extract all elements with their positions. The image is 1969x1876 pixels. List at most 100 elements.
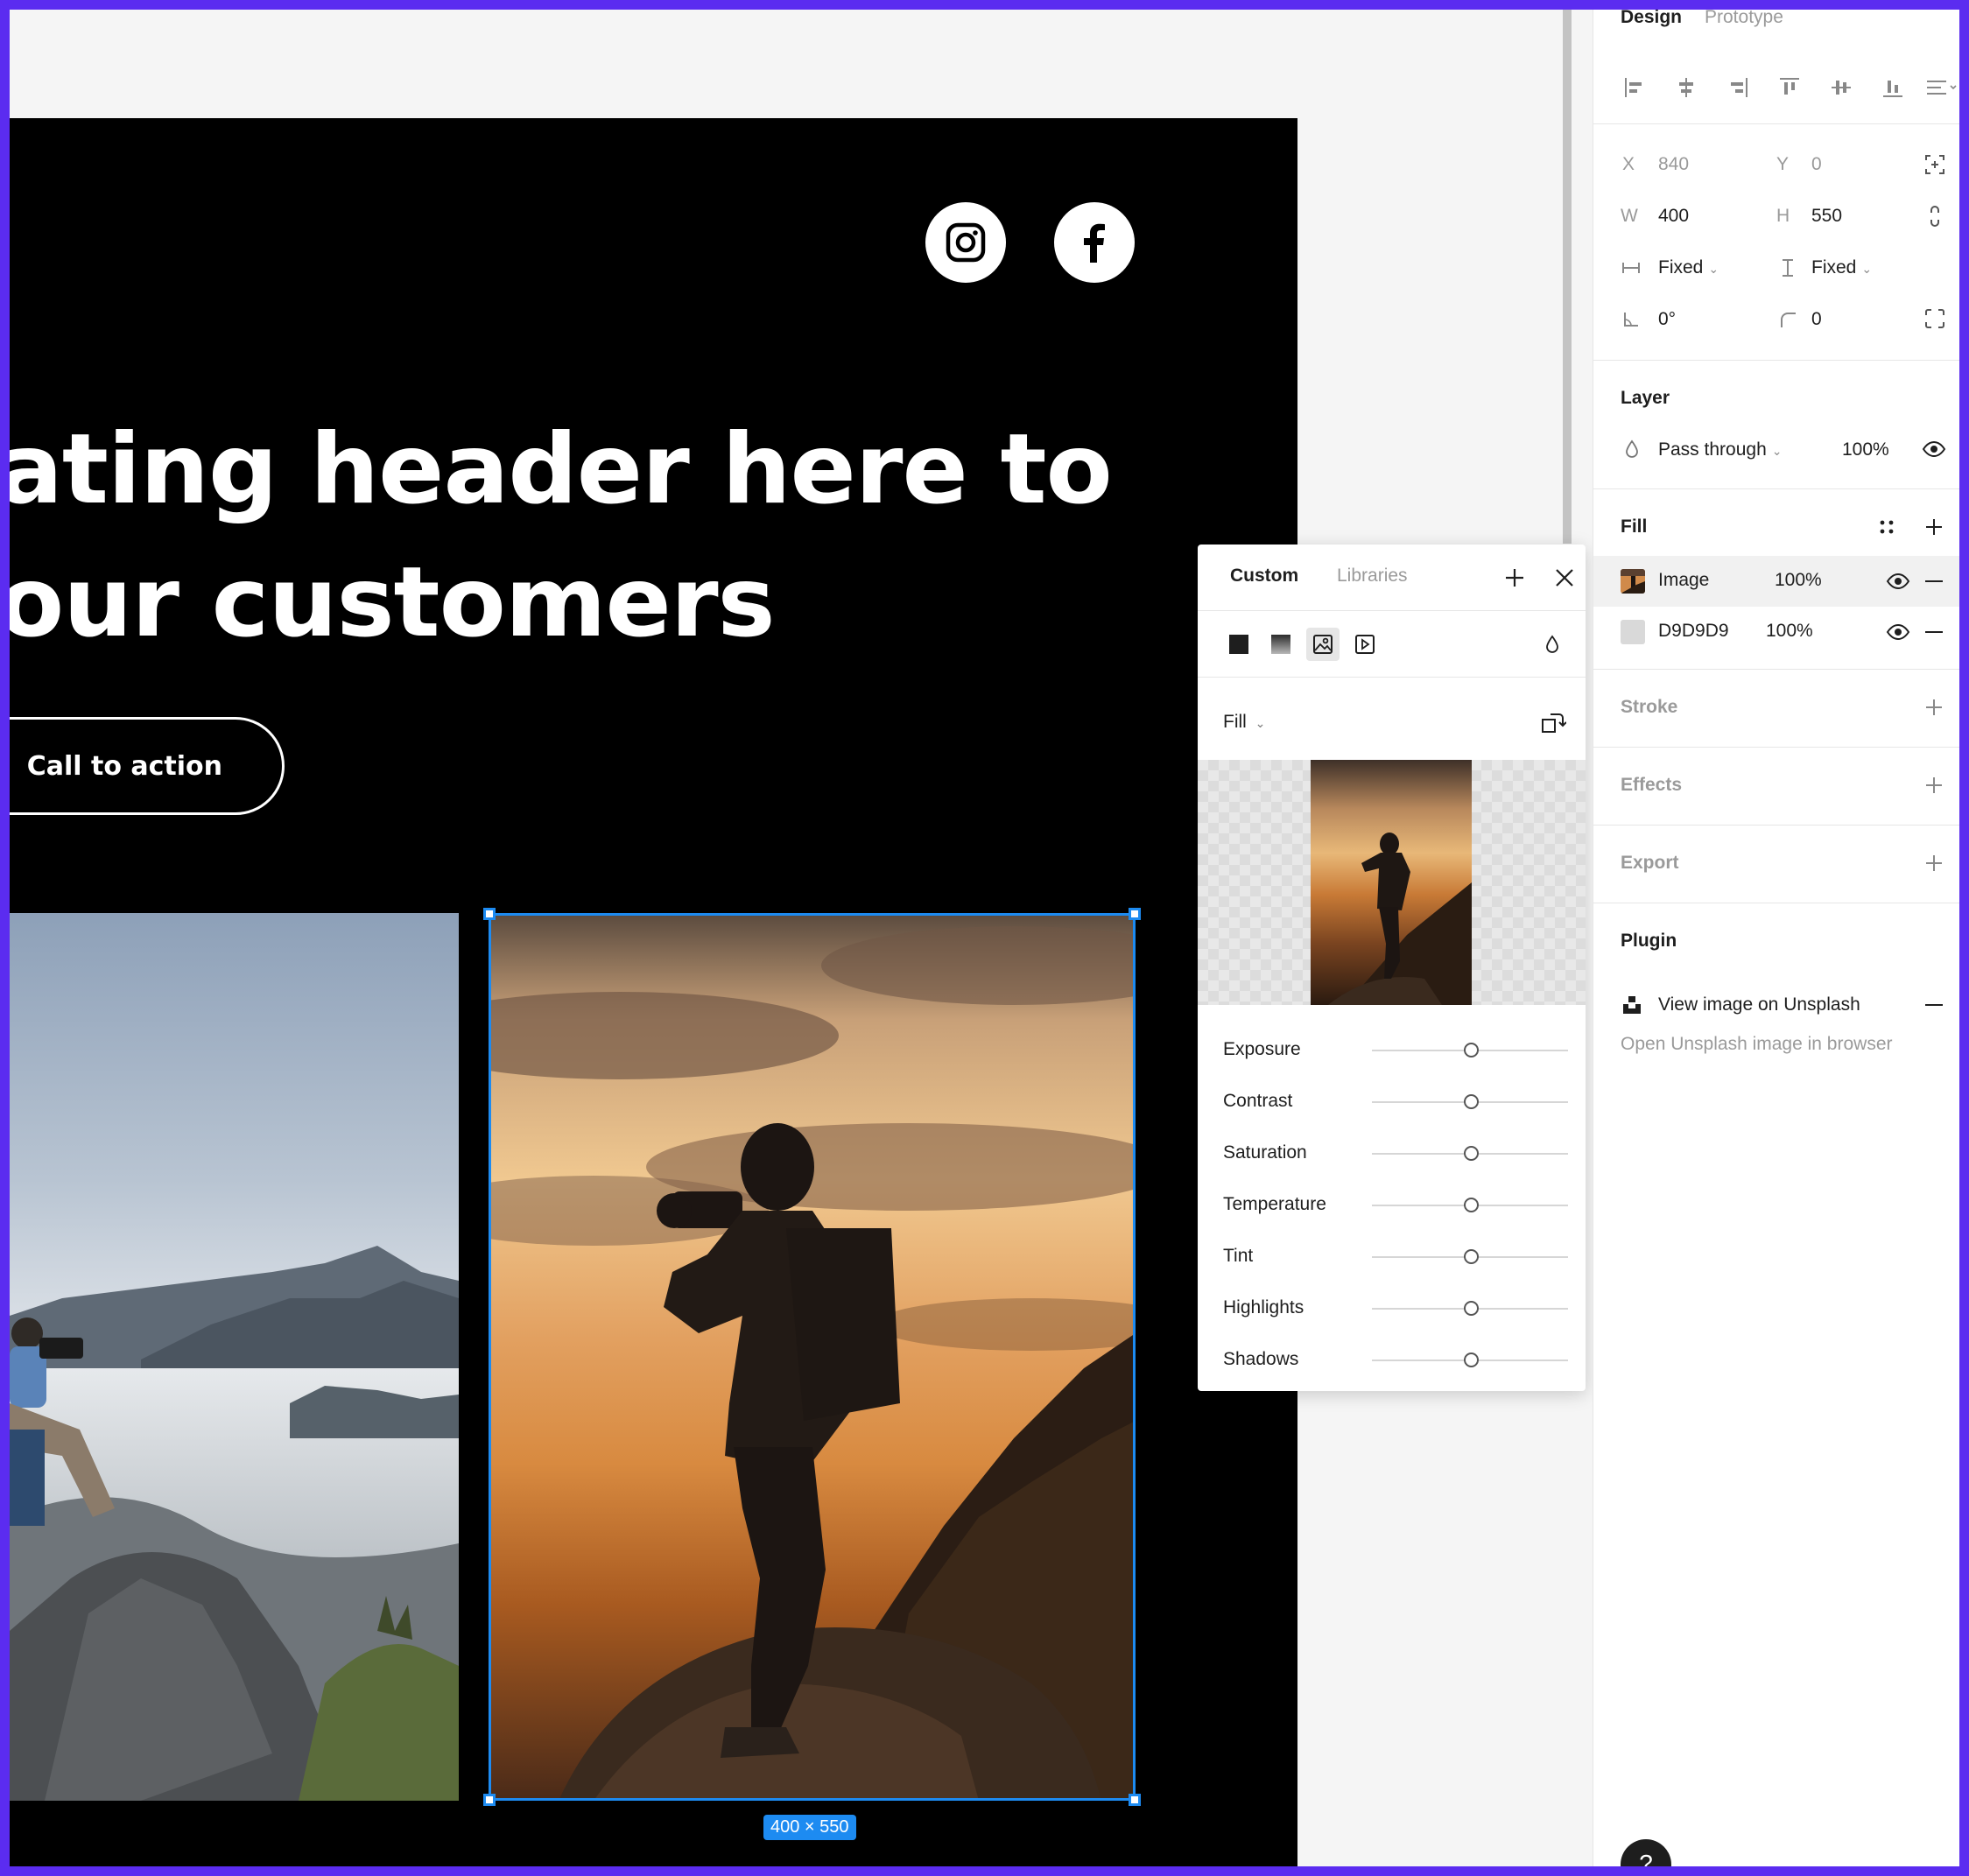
fill-opacity[interactable]: 100% bbox=[1775, 570, 1822, 591]
adjustment-label: Saturation bbox=[1223, 1142, 1307, 1163]
hero-frame[interactable]: ating header here to our customers Call … bbox=[10, 118, 1297, 1866]
add-stroke-icon[interactable] bbox=[1921, 694, 1947, 720]
adjustment-label: Tint bbox=[1223, 1246, 1254, 1266]
chevron-down-icon: ⌄ bbox=[1708, 262, 1719, 276]
eye-icon[interactable] bbox=[1883, 619, 1913, 645]
tab-prototype[interactable]: Prototype bbox=[1705, 10, 1783, 28]
adjustment-label: Shadows bbox=[1223, 1349, 1299, 1369]
slider-knob[interactable] bbox=[1464, 1094, 1479, 1109]
constrain-proportions-icon[interactable] bbox=[1921, 202, 1949, 230]
add-fill-icon[interactable] bbox=[1921, 514, 1947, 540]
align-top-icon[interactable] bbox=[1775, 73, 1804, 102]
close-icon[interactable] bbox=[1551, 564, 1579, 592]
adjustment-label: Exposure bbox=[1223, 1039, 1301, 1059]
frame-properties: X 840 Y 0 W 400 H 550 Fixed ⌄ Fixed ⌄ 0°… bbox=[1593, 123, 1959, 360]
color-fill-swatch[interactable] bbox=[1621, 620, 1645, 644]
view-on-unsplash-link[interactable]: View image on Unsplash bbox=[1658, 994, 1860, 1015]
image-fill-icon[interactable] bbox=[1306, 628, 1340, 661]
photo-photographers-mountain[interactable] bbox=[10, 913, 459, 1801]
layer-opacity-input[interactable]: 100% bbox=[1842, 439, 1889, 460]
fill-opacity[interactable]: 100% bbox=[1766, 621, 1813, 642]
add-effect-icon[interactable] bbox=[1921, 772, 1947, 798]
photo-sunset-photographer[interactable] bbox=[489, 913, 1136, 1801]
slider-knob[interactable] bbox=[1464, 1146, 1479, 1161]
effects-title: Effects bbox=[1621, 775, 1683, 795]
adjustment-label: Contrast bbox=[1223, 1091, 1293, 1111]
plugin-title: Plugin bbox=[1621, 931, 1677, 951]
slider-knob[interactable] bbox=[1464, 1249, 1479, 1264]
image-preview[interactable] bbox=[1198, 760, 1586, 1005]
blend-mode-icon bbox=[1621, 438, 1643, 460]
rotation-icon bbox=[1619, 307, 1643, 332]
image-thumbnail bbox=[1311, 760, 1472, 1005]
fill-row-color[interactable]: D9D9D9 100% bbox=[1593, 607, 1959, 657]
add-style-icon[interactable] bbox=[1501, 564, 1529, 592]
height-input[interactable]: 550 bbox=[1811, 206, 1842, 227]
width-mode-label: Fixed bbox=[1658, 257, 1704, 278]
headline-line-2: our customers bbox=[10, 546, 776, 659]
stroke-section: Stroke bbox=[1593, 669, 1959, 747]
video-fill-icon[interactable] bbox=[1348, 628, 1382, 661]
y-input[interactable]: 0 bbox=[1811, 154, 1822, 175]
align-vertical-center-icon[interactable] bbox=[1826, 73, 1856, 102]
instagram-icon bbox=[946, 222, 986, 263]
facebook-button[interactable] bbox=[1054, 202, 1135, 283]
unsplash-icon bbox=[1620, 993, 1644, 1017]
fill-title: Fill bbox=[1621, 516, 1648, 537]
export-section: Export bbox=[1593, 825, 1959, 903]
effects-section: Effects bbox=[1593, 747, 1959, 825]
rotate-image-icon[interactable] bbox=[1538, 707, 1568, 737]
solid-fill-icon[interactable] bbox=[1222, 628, 1255, 661]
adjustment-contrast: Contrast bbox=[1198, 1085, 1586, 1120]
rotation-input[interactable]: 0° bbox=[1658, 309, 1676, 330]
slider-knob[interactable] bbox=[1464, 1043, 1479, 1057]
width-mode-dropdown[interactable]: Fixed ⌄ bbox=[1658, 257, 1719, 278]
align-left-icon[interactable] bbox=[1620, 73, 1649, 102]
stroke-title: Stroke bbox=[1621, 697, 1678, 717]
figma-editor: ating header here to our customers Call … bbox=[10, 10, 1959, 1866]
vertical-resizing-icon bbox=[1776, 256, 1800, 280]
position-constraints-icon[interactable] bbox=[1921, 151, 1949, 179]
align-right-icon[interactable] bbox=[1723, 73, 1753, 102]
height-mode-label: Fixed bbox=[1811, 257, 1857, 278]
x-input[interactable]: 840 bbox=[1658, 154, 1689, 175]
plugin-section: Plugin View image on Unsplash Open Unspl… bbox=[1593, 903, 1959, 1078]
fill-name[interactable]: Image bbox=[1658, 570, 1709, 591]
fill-name[interactable]: D9D9D9 bbox=[1658, 621, 1729, 642]
chevron-down-icon: ⌄ bbox=[1255, 716, 1266, 730]
width-input[interactable]: 400 bbox=[1658, 206, 1689, 227]
fill-mode-dropdown[interactable]: Fill ⌄ bbox=[1223, 712, 1265, 733]
blend-mode-icon[interactable] bbox=[1536, 628, 1569, 661]
slider-knob[interactable] bbox=[1464, 1198, 1479, 1212]
style-grid-icon[interactable] bbox=[1874, 514, 1900, 540]
eye-icon[interactable] bbox=[1919, 436, 1949, 462]
add-export-icon[interactable] bbox=[1921, 850, 1947, 876]
tab-design[interactable]: Design bbox=[1621, 10, 1682, 28]
fill-row-image[interactable]: Image 100% bbox=[1593, 556, 1959, 607]
image-fill-swatch[interactable] bbox=[1621, 569, 1645, 594]
tab-libraries[interactable]: Libraries bbox=[1337, 566, 1408, 587]
horizontal-resizing-icon bbox=[1619, 256, 1643, 280]
blend-mode-dropdown[interactable]: Pass through ⌄ bbox=[1658, 439, 1782, 460]
adjustment-exposure: Exposure bbox=[1198, 1033, 1586, 1068]
align-horizontal-center-icon[interactable] bbox=[1671, 73, 1701, 102]
remove-fill-icon[interactable] bbox=[1921, 568, 1947, 594]
corner-radius-icon bbox=[1776, 307, 1800, 332]
collapse-plugin-icon[interactable] bbox=[1921, 992, 1947, 1018]
layer-title: Layer bbox=[1621, 388, 1670, 408]
canvas-scrollbar[interactable] bbox=[1563, 10, 1572, 544]
slider-knob[interactable] bbox=[1464, 1301, 1479, 1316]
instagram-button[interactable] bbox=[925, 202, 1006, 283]
corner-radius-input[interactable]: 0 bbox=[1811, 309, 1822, 330]
chevron-down-icon: ⌄ bbox=[1861, 262, 1873, 276]
tab-custom[interactable]: Custom bbox=[1230, 566, 1298, 587]
remove-fill-icon[interactable] bbox=[1921, 619, 1947, 645]
call-to-action-button[interactable]: Call to action bbox=[10, 717, 285, 815]
eye-icon[interactable] bbox=[1883, 568, 1913, 594]
slider-knob[interactable] bbox=[1464, 1353, 1479, 1367]
independent-corners-icon[interactable] bbox=[1921, 305, 1949, 333]
gradient-fill-icon[interactable] bbox=[1264, 628, 1297, 661]
height-mode-dropdown[interactable]: Fixed ⌄ bbox=[1811, 257, 1872, 278]
distribute-icon[interactable] bbox=[1924, 73, 1959, 102]
align-bottom-icon[interactable] bbox=[1878, 73, 1908, 102]
